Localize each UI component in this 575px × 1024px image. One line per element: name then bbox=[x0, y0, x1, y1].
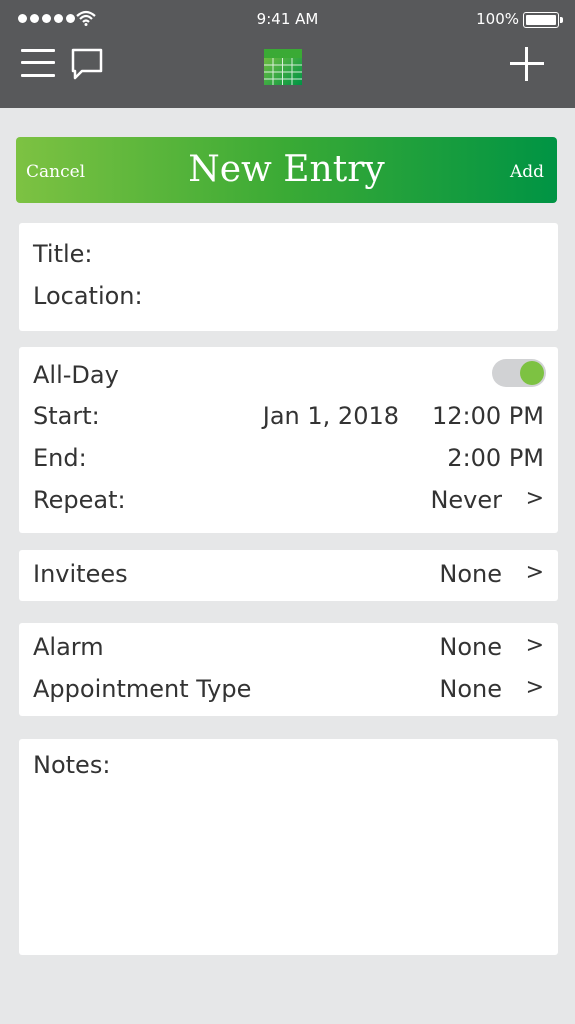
repeat-row[interactable]: Repeat: Never > bbox=[33, 486, 544, 520]
appointment-type-row[interactable]: Appointment Type None > bbox=[33, 675, 544, 709]
invitees-row[interactable]: Invitees None > bbox=[33, 560, 544, 594]
battery-icon bbox=[523, 12, 563, 28]
alarm-row[interactable]: Alarm None > bbox=[33, 633, 544, 667]
notes-label: Notes: bbox=[33, 751, 111, 779]
battery-percent: 100% bbox=[476, 10, 519, 28]
end-time: 2:00 PM bbox=[447, 444, 544, 472]
schedule-card: All-Day Start: Jan 1, 2018 12:00 PM End:… bbox=[19, 347, 558, 533]
all-day-toggle[interactable] bbox=[492, 359, 546, 387]
toggle-knob bbox=[520, 361, 544, 385]
end-row[interactable]: End: 2:00 PM bbox=[33, 444, 544, 478]
all-day-row: All-Day bbox=[33, 361, 544, 395]
location-label: Location: bbox=[33, 282, 143, 310]
notes-card[interactable]: Notes: bbox=[19, 739, 558, 955]
plus-icon[interactable] bbox=[510, 47, 544, 81]
start-time: 12:00 PM bbox=[432, 402, 544, 430]
menu-icon[interactable] bbox=[21, 47, 55, 79]
top-bar: 9:41 AM 100% bbox=[0, 0, 575, 108]
all-day-label: All-Day bbox=[33, 361, 119, 389]
invitees-label: Invitees bbox=[33, 560, 128, 588]
chevron-right-icon: > bbox=[525, 560, 544, 585]
chat-icon[interactable] bbox=[70, 48, 104, 80]
start-date: Jan 1, 2018 bbox=[262, 402, 399, 430]
calendar-icon[interactable] bbox=[263, 48, 303, 86]
start-label: Start: bbox=[33, 402, 100, 430]
repeat-label: Repeat: bbox=[33, 486, 126, 514]
chevron-right-icon: > bbox=[525, 633, 544, 658]
appointment-type-value: None bbox=[439, 675, 502, 703]
alarm-card: Alarm None > Appointment Type None > bbox=[19, 623, 558, 716]
new-entry-header: Cancel New Entry Add bbox=[16, 137, 557, 203]
chevron-right-icon: > bbox=[525, 486, 544, 511]
status-bar: 9:41 AM 100% bbox=[0, 0, 575, 38]
repeat-value: Never bbox=[430, 486, 502, 514]
notes-field[interactable]: Notes: bbox=[33, 751, 544, 785]
page-title: New Entry bbox=[188, 149, 385, 190]
title-field[interactable]: Title: bbox=[33, 240, 544, 274]
alarm-value: None bbox=[439, 633, 502, 661]
location-field[interactable]: Location: bbox=[33, 282, 544, 316]
invitees-value: None bbox=[439, 560, 502, 588]
alarm-label: Alarm bbox=[33, 633, 104, 661]
appointment-type-label: Appointment Type bbox=[33, 675, 252, 703]
end-label: End: bbox=[33, 444, 87, 472]
details-card: Title: Location: bbox=[19, 223, 558, 331]
chevron-right-icon: > bbox=[525, 675, 544, 700]
title-label: Title: bbox=[33, 240, 93, 268]
start-row[interactable]: Start: Jan 1, 2018 12:00 PM bbox=[33, 402, 544, 436]
invitees-card: Invitees None > bbox=[19, 550, 558, 601]
add-button[interactable]: Add bbox=[510, 162, 544, 182]
